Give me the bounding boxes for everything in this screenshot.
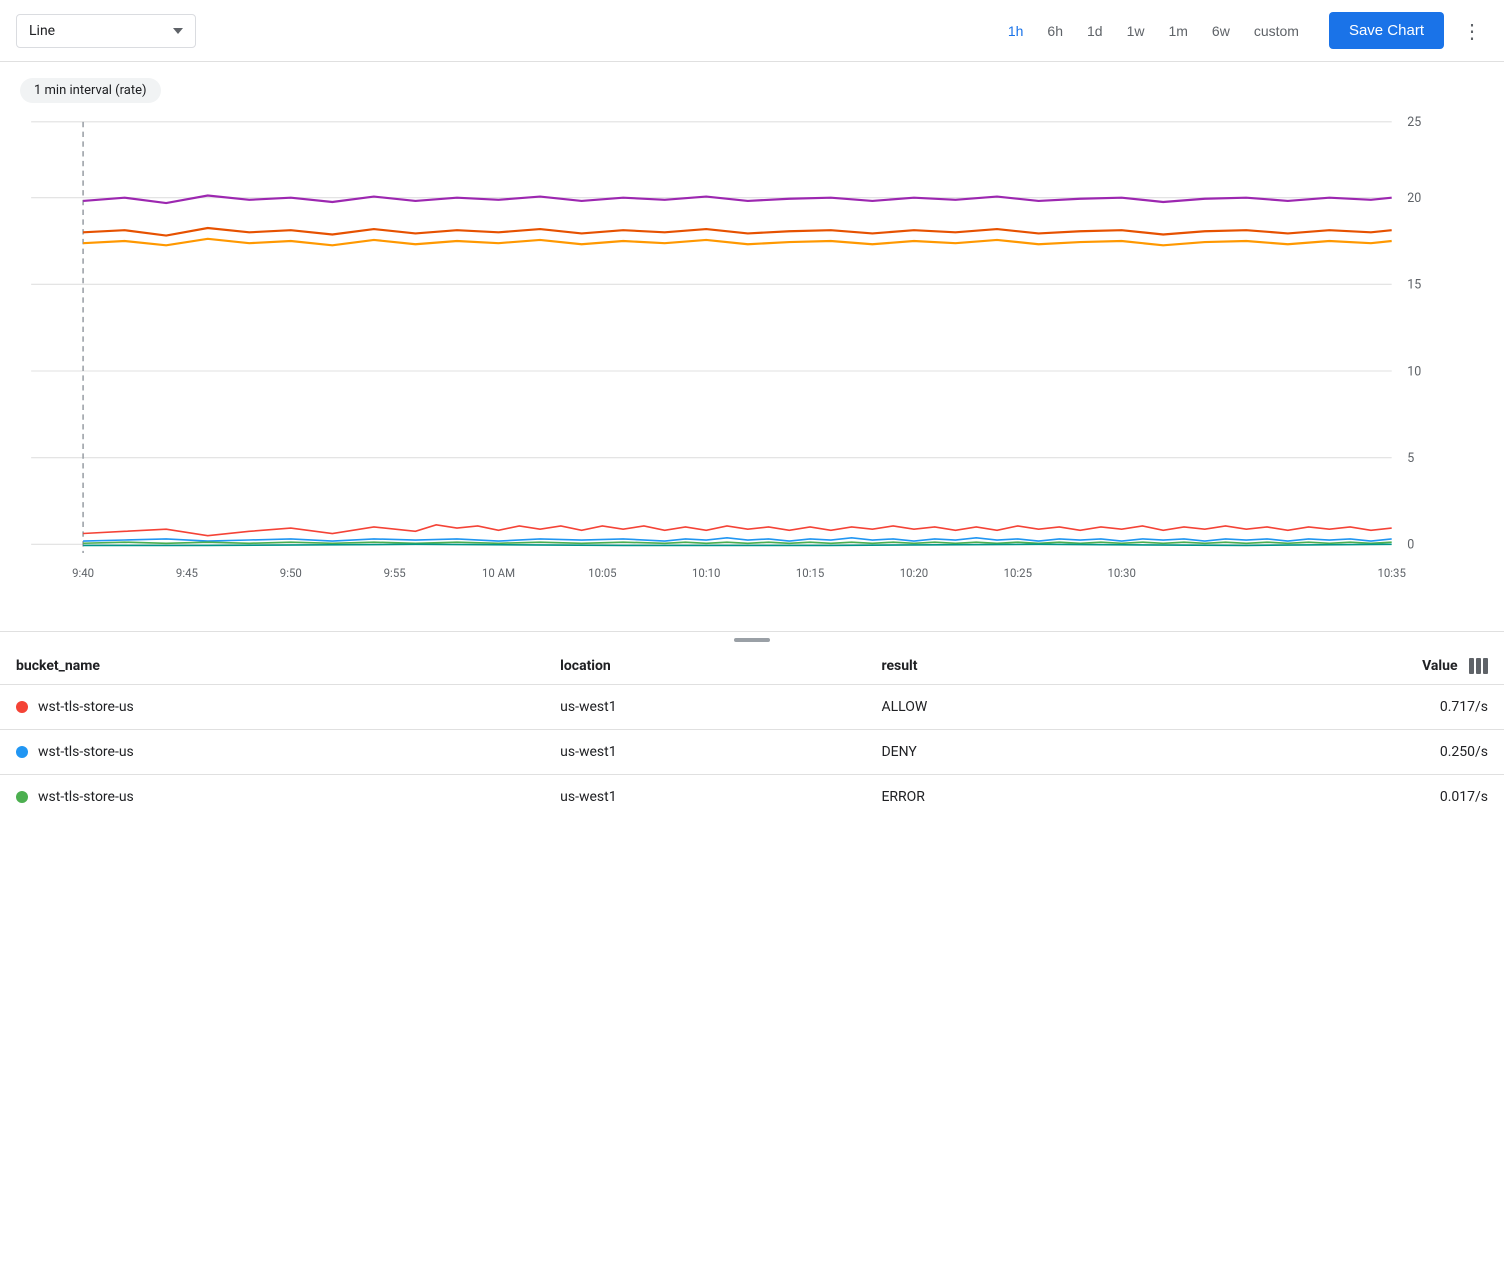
- svg-text:5: 5: [1407, 451, 1414, 466]
- cell-result-2: ERROR: [865, 775, 1148, 820]
- chart-area: 1 min interval (rate) 0 5 10 15 20 25 9:…: [0, 62, 1504, 631]
- col-result: result: [865, 648, 1148, 685]
- more-options-icon[interactable]: ⋮: [1456, 13, 1488, 49]
- svg-text:15: 15: [1407, 277, 1421, 292]
- svg-text:10: 10: [1407, 364, 1421, 379]
- col-bucket-name: bucket_name: [0, 648, 544, 685]
- svg-text:20: 20: [1407, 191, 1421, 206]
- cell-result-1: DENY: [865, 730, 1148, 775]
- scroll-handle[interactable]: [0, 632, 1504, 648]
- svg-text:10:30: 10:30: [1107, 566, 1135, 580]
- time-range-group: 1h6h1d1w1m6wcustom: [998, 17, 1309, 45]
- cell-bucket-name-2: wst-tls-store-us: [0, 775, 544, 820]
- legend-row-2: wst-tls-store-us us-west1 ERROR 0.017/s: [0, 775, 1504, 820]
- svg-text:0: 0: [1407, 537, 1414, 552]
- legend-row-1: wst-tls-store-us us-west1 DENY 0.250/s: [0, 730, 1504, 775]
- chart-container: 0 5 10 15 20 25 9:40 9:45 9:50 9:55 10 A…: [0, 111, 1504, 631]
- chart-type-label: Line: [29, 23, 55, 39]
- cell-value-0: 0.717/s: [1148, 685, 1504, 730]
- svg-text:10 AM: 10 AM: [482, 566, 515, 580]
- svg-text:10:10: 10:10: [692, 566, 720, 580]
- time-btn-6w[interactable]: 6w: [1202, 17, 1240, 45]
- cell-bucket-name-1: wst-tls-store-us: [0, 730, 544, 775]
- time-btn-1m[interactable]: 1m: [1158, 17, 1197, 45]
- cell-location-2: us-west1: [544, 775, 865, 820]
- cell-location-0: us-west1: [544, 685, 865, 730]
- cell-value-1: 0.250/s: [1148, 730, 1504, 775]
- svg-text:9:50: 9:50: [280, 566, 302, 580]
- legend-table-body: wst-tls-store-us us-west1 ALLOW 0.717/s …: [0, 685, 1504, 820]
- time-btn-1d[interactable]: 1d: [1077, 17, 1113, 45]
- cell-bucket-name-0: wst-tls-store-us: [0, 685, 544, 730]
- time-btn-1h[interactable]: 1h: [998, 17, 1034, 45]
- col-value: Value: [1148, 648, 1504, 685]
- svg-text:9:45: 9:45: [176, 566, 198, 580]
- legend-row-0: wst-tls-store-us us-west1 ALLOW 0.717/s: [0, 685, 1504, 730]
- svg-text:10:15: 10:15: [796, 566, 825, 580]
- legend-table: bucket_name location result Value: [0, 648, 1504, 819]
- legend-table-header: bucket_name location result Value: [0, 648, 1504, 685]
- legend-section: bucket_name location result Value: [0, 631, 1504, 819]
- svg-text:10:05: 10:05: [588, 566, 617, 580]
- cell-value-2: 0.017/s: [1148, 775, 1504, 820]
- svg-text:9:55: 9:55: [384, 566, 406, 580]
- save-chart-button[interactable]: Save Chart: [1329, 12, 1444, 49]
- cell-result-0: ALLOW: [865, 685, 1148, 730]
- cell-location-1: us-west1: [544, 730, 865, 775]
- chevron-down-icon: [173, 28, 183, 34]
- time-btn-custom[interactable]: custom: [1244, 17, 1309, 45]
- svg-text:25: 25: [1407, 115, 1421, 130]
- interval-badge: 1 min interval (rate): [20, 78, 161, 103]
- toolbar: Line 1h6h1d1w1m6wcustom Save Chart ⋮: [0, 0, 1504, 62]
- color-dot-0: [16, 701, 28, 713]
- time-btn-1w[interactable]: 1w: [1117, 17, 1155, 45]
- color-dot-2: [16, 791, 28, 803]
- scroll-handle-bar: [734, 638, 770, 642]
- svg-text:10:35: 10:35: [1377, 566, 1406, 580]
- svg-text:9:40: 9:40: [72, 566, 94, 580]
- svg-text:10:20: 10:20: [900, 566, 928, 580]
- chart-svg: 0 5 10 15 20 25 9:40 9:45 9:50 9:55 10 A…: [0, 111, 1454, 631]
- chart-type-dropdown[interactable]: Line: [16, 14, 196, 48]
- col-location: location: [544, 648, 865, 685]
- color-dot-1: [16, 746, 28, 758]
- time-btn-6h[interactable]: 6h: [1037, 17, 1073, 45]
- svg-text:10:25: 10:25: [1004, 566, 1033, 580]
